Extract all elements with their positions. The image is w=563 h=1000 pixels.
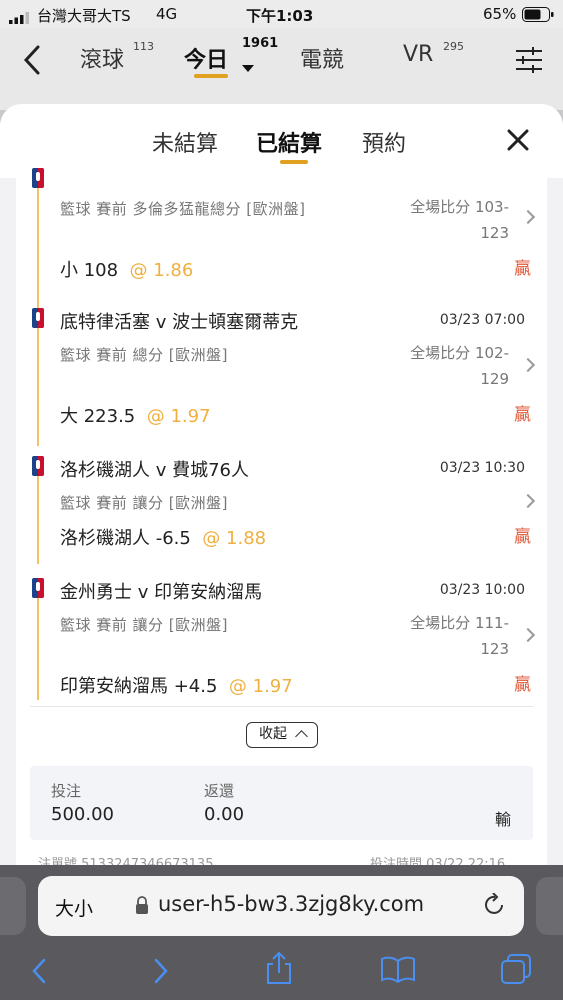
bet-pick: 洛杉磯湖人 -6.5 @ 1.88 <box>60 528 267 549</box>
result-badge: 贏 <box>514 527 531 547</box>
bet-pick: 印第安納溜馬 +4.5 @ 1.97 <box>60 676 293 697</box>
tab-esports[interactable]: 電競 <box>300 42 344 74</box>
stake-value: 500.00 <box>51 804 114 825</box>
result-badge: 贏 <box>514 405 531 425</box>
collapse-label: 收起 <box>259 726 287 742</box>
full-score: 全場比分 103- 123 <box>410 198 509 242</box>
match-time: 03/23 07:00 <box>439 312 525 328</box>
result-badge: 贏 <box>514 259 531 279</box>
chevron-right-icon[interactable] <box>520 209 536 225</box>
back-nav-icon[interactable] <box>30 957 48 985</box>
stake-label: 投注 <box>51 782 82 800</box>
match-title: 洛杉磯湖人 v 費城76人 <box>60 460 249 481</box>
bet-summary: 投注 500.00 返還 0.00 輸 <box>30 766 533 840</box>
tab-live-count: 113 <box>133 40 154 53</box>
active-tab-underline <box>194 74 228 78</box>
bookmarks-icon[interactable] <box>380 955 416 984</box>
chevron-right-icon[interactable] <box>520 357 536 373</box>
bet-pick: 大 223.5 @ 1.97 <box>60 406 211 427</box>
chevron-right-icon[interactable] <box>520 493 536 509</box>
return-value: 0.00 <box>204 804 245 825</box>
tabs-icon[interactable] <box>500 953 532 985</box>
signal-icon <box>9 10 31 24</box>
top-navigation: 滾球 113 今日 1961 電競 VR 295 <box>0 28 563 110</box>
match-title: 金州勇士 v 印第安納溜馬 <box>60 582 263 603</box>
share-icon[interactable] <box>264 951 294 985</box>
tab-vr-count: 295 <box>443 40 464 53</box>
tab-reserved[interactable]: 預約 <box>362 126 406 158</box>
battery-icon <box>522 7 554 22</box>
nba-logo-icon <box>32 456 44 476</box>
tab-live-label: 滾球 <box>80 48 125 73</box>
match-time: 03/23 10:30 <box>439 460 525 476</box>
battery-percent: 65% <box>483 5 517 23</box>
collapse-button[interactable]: 收起 <box>246 722 318 748</box>
tab-today[interactable]: 今日 <box>184 42 228 74</box>
match-time: 03/23 10:00 <box>439 582 525 598</box>
bet-info: 籃球 賽前 多倫多猛龍總分 [歐洲盤] <box>60 200 306 218</box>
filter-settings-icon[interactable] <box>514 46 544 74</box>
timeline-line <box>37 464 39 564</box>
chevron-right-icon[interactable] <box>520 627 536 643</box>
return-label: 返還 <box>204 782 235 800</box>
carrier-label: 台灣大哥大TS <box>37 7 131 25</box>
tab-live[interactable]: 滾球 <box>80 42 124 74</box>
tab-vr[interactable]: VR <box>403 42 433 67</box>
chevron-up-icon <box>295 730 308 743</box>
full-score: 全場比分 111- 123 <box>410 614 509 658</box>
timeline-line <box>37 582 39 700</box>
forward-nav-icon[interactable] <box>152 957 170 985</box>
tab-settled[interactable]: 已結算 <box>256 126 322 158</box>
settled-tab-underline <box>280 160 308 164</box>
bet-info: 籃球 賽前 總分 [歐洲盤] <box>60 346 229 364</box>
nba-logo-icon <box>32 308 44 328</box>
address-bar[interactable]: 大小 user-h5-bw3.3zjg8ky.com <box>38 876 524 936</box>
divider <box>30 706 533 707</box>
reload-icon[interactable] <box>483 892 507 919</box>
back-icon[interactable] <box>20 44 44 76</box>
tab-esports-label: 電競 <box>300 48 345 73</box>
tab-today-label: 今日 <box>184 48 229 73</box>
tab-vr-label: VR <box>403 42 434 67</box>
tab-today-count: 1961 <box>242 36 279 51</box>
clock: 下午1:03 <box>246 7 314 25</box>
url-text[interactable]: user-h5-bw3.3zjg8ky.com <box>158 892 424 916</box>
sheet-header: 未結算 已結算 預約 <box>0 104 563 178</box>
nba-logo-icon <box>32 168 44 188</box>
next-tab-preview[interactable] <box>536 877 563 935</box>
text-size-button[interactable]: 大小 <box>55 894 93 921</box>
nba-logo-icon <box>32 578 44 598</box>
status-bar: 台灣大哥大TS 4G 下午1:03 65% <box>0 0 563 28</box>
network-label: 4G <box>156 5 178 23</box>
full-score: 全場比分 102- 129 <box>410 344 509 388</box>
tab-unsettled[interactable]: 未結算 <box>152 126 218 158</box>
bet-info: 籃球 賽前 讓分 [歐洲盤] <box>60 494 229 512</box>
lock-icon <box>135 895 149 915</box>
prev-tab-preview[interactable] <box>0 877 26 935</box>
summary-result: 輸 <box>494 810 511 829</box>
result-badge: 贏 <box>514 675 531 695</box>
caret-down-icon[interactable] <box>242 58 254 72</box>
close-icon[interactable] <box>506 128 530 152</box>
bet-pick: 小 108 @ 1.86 <box>60 260 194 281</box>
bet-info: 籃球 賽前 讓分 [歐洲盤] <box>60 616 229 634</box>
match-title: 底特律活塞 v 波士頓塞爾蒂克 <box>60 312 299 333</box>
